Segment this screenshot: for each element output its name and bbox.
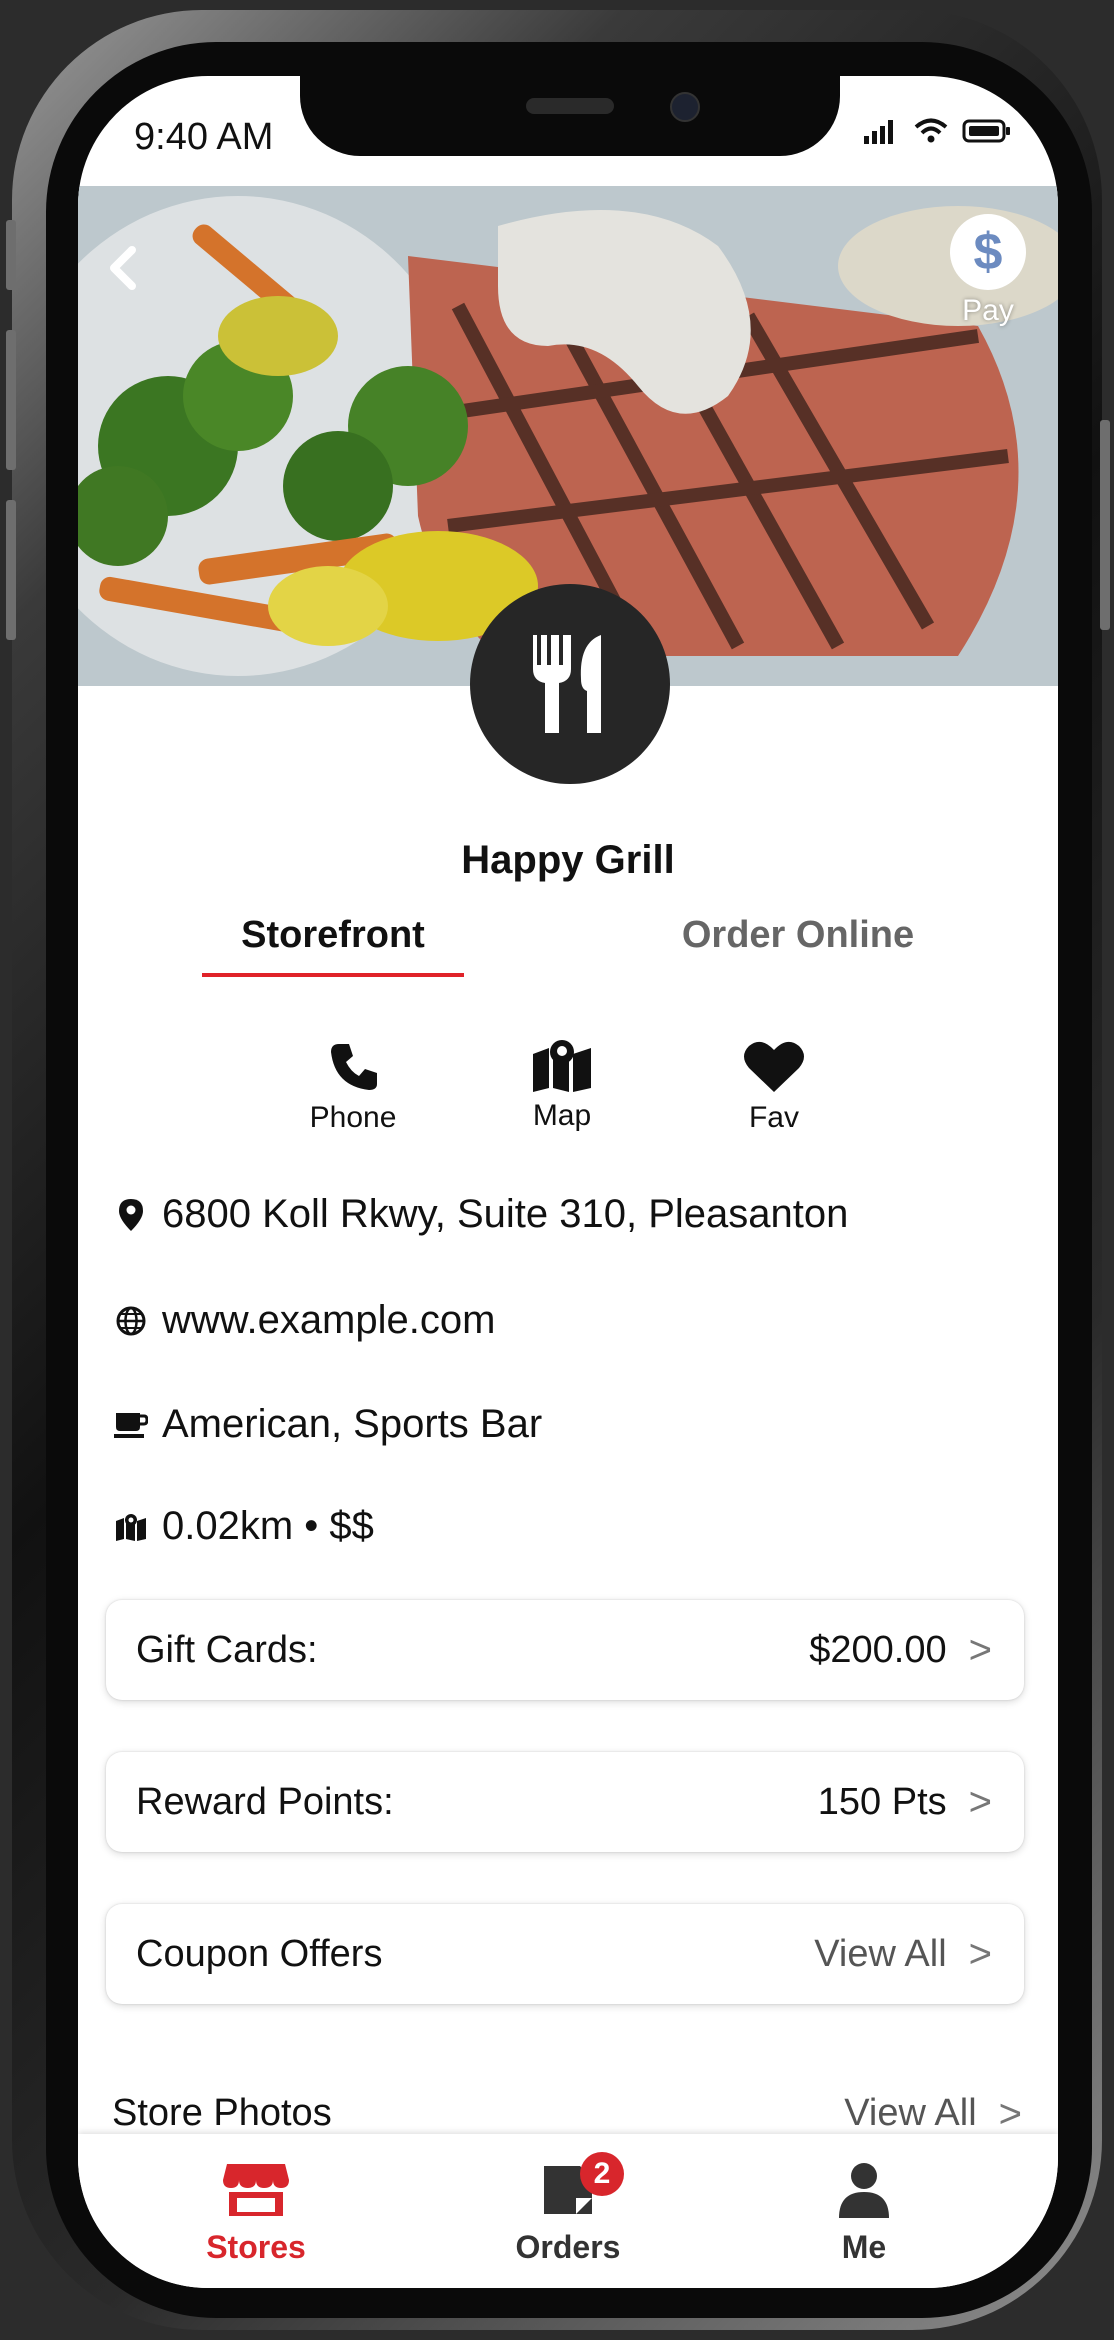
storefront-icon bbox=[223, 2164, 289, 2216]
map-button[interactable]: Map bbox=[482, 1038, 642, 1133]
reward-points-row[interactable]: Reward Points: 150 Pts > bbox=[106, 1752, 1024, 1852]
nav-stores[interactable]: Stores bbox=[176, 2162, 336, 2266]
chevron-left-icon bbox=[110, 246, 136, 290]
distance-price-text: 0.02km • $$ bbox=[162, 1504, 374, 1548]
store-logo bbox=[470, 584, 670, 784]
coupon-offers-row[interactable]: Coupon Offers View All > bbox=[106, 1904, 1024, 2004]
pay-label: Pay bbox=[962, 294, 1014, 327]
phone-icon bbox=[331, 1044, 377, 1090]
back-button[interactable] bbox=[102, 238, 152, 298]
signal-icon bbox=[864, 120, 893, 144]
chevron-right-icon: > bbox=[968, 1627, 992, 1672]
store-name: Happy Grill bbox=[461, 838, 675, 882]
status-icons bbox=[864, 118, 1012, 144]
active-tab-underline bbox=[202, 973, 464, 977]
mute-switch bbox=[6, 220, 16, 290]
store-photos-row[interactable]: Store Photos View All > bbox=[112, 2092, 1022, 2137]
map-label: Map bbox=[532, 1099, 592, 1132]
front-camera bbox=[670, 92, 700, 122]
bottom-nav: Stores 2 Orders Me bbox=[78, 2134, 1058, 2288]
nav-orders-label: Orders bbox=[515, 2229, 621, 2265]
chevron-right-icon: > bbox=[968, 1779, 992, 1824]
tab-order-online[interactable]: Order Online bbox=[658, 914, 938, 957]
speaker bbox=[526, 98, 614, 114]
power-button bbox=[1100, 420, 1110, 630]
chevron-right-icon: > bbox=[998, 2092, 1022, 2136]
orders-badge: 2 bbox=[580, 2152, 624, 2196]
app-screen: $ Pay 9:40 AM Happy Grill Storefront Ord… bbox=[78, 76, 1058, 2288]
nav-me-label: Me bbox=[841, 2229, 887, 2265]
reward-points-label: Reward Points: bbox=[136, 1780, 394, 1823]
nav-orders[interactable]: 2 Orders bbox=[488, 2152, 648, 2266]
address-text: 6800 Koll Rkwy, Suite 310, Pleasanton bbox=[162, 1192, 849, 1236]
tab-label: Storefront bbox=[241, 914, 425, 956]
quick-actions: Phone Map Fav bbox=[78, 1038, 1058, 1158]
fav-label: Fav bbox=[748, 1101, 799, 1134]
reward-points-value: 150 Pts bbox=[817, 1780, 947, 1823]
coffee-cup-icon bbox=[114, 1412, 148, 1438]
volume-down-button bbox=[6, 500, 16, 640]
store-photos-view-all: View All bbox=[844, 2092, 977, 2134]
status-time: 9:40 AM bbox=[134, 116, 274, 158]
gift-cards-value: $200.00 bbox=[809, 1628, 947, 1671]
coupon-offers-label: Coupon Offers bbox=[136, 1932, 383, 1975]
phone-label: Phone bbox=[309, 1101, 397, 1134]
favorite-button[interactable]: Fav bbox=[694, 1038, 854, 1135]
tab-label: Order Online bbox=[681, 914, 915, 956]
globe-icon bbox=[116, 1306, 146, 1335]
cuisine-row: American, Sports Bar bbox=[114, 1402, 542, 1447]
distance-price-row: 0.02km • $$ bbox=[114, 1504, 374, 1549]
gift-cards-row[interactable]: Gift Cards: $200.00 > bbox=[106, 1600, 1024, 1700]
heart-icon bbox=[744, 1041, 804, 1092]
wifi-icon bbox=[914, 118, 948, 143]
nav-me[interactable]: Me bbox=[784, 2162, 944, 2266]
chevron-right-icon: > bbox=[968, 1931, 992, 1976]
battery-icon bbox=[962, 119, 1010, 143]
tab-storefront[interactable]: Storefront bbox=[202, 914, 464, 977]
address-row[interactable]: 6800 Koll Rkwy, Suite 310, Pleasanton bbox=[114, 1192, 848, 1237]
fork-knife-icon bbox=[533, 635, 601, 733]
volume-up-button bbox=[6, 330, 16, 470]
dollar-icon: $ bbox=[950, 214, 1026, 290]
website-row[interactable]: www.example.com bbox=[114, 1298, 495, 1343]
user-icon bbox=[839, 2163, 889, 2218]
coupon-view-all: View All bbox=[814, 1932, 947, 1975]
cuisine-text: American, Sports Bar bbox=[162, 1402, 543, 1446]
gift-cards-label: Gift Cards: bbox=[136, 1628, 318, 1671]
location-pin-icon bbox=[119, 1198, 143, 1231]
pay-button[interactable]: $ Pay bbox=[946, 214, 1030, 328]
website-text: www.example.com bbox=[162, 1298, 496, 1342]
nav-stores-label: Stores bbox=[206, 2229, 306, 2265]
notch bbox=[300, 76, 840, 156]
map-small-icon bbox=[116, 1513, 146, 1541]
map-icon bbox=[533, 1040, 591, 1092]
store-photos-label: Store Photos bbox=[112, 2092, 332, 2134]
phone-button[interactable]: Phone bbox=[273, 1038, 433, 1135]
